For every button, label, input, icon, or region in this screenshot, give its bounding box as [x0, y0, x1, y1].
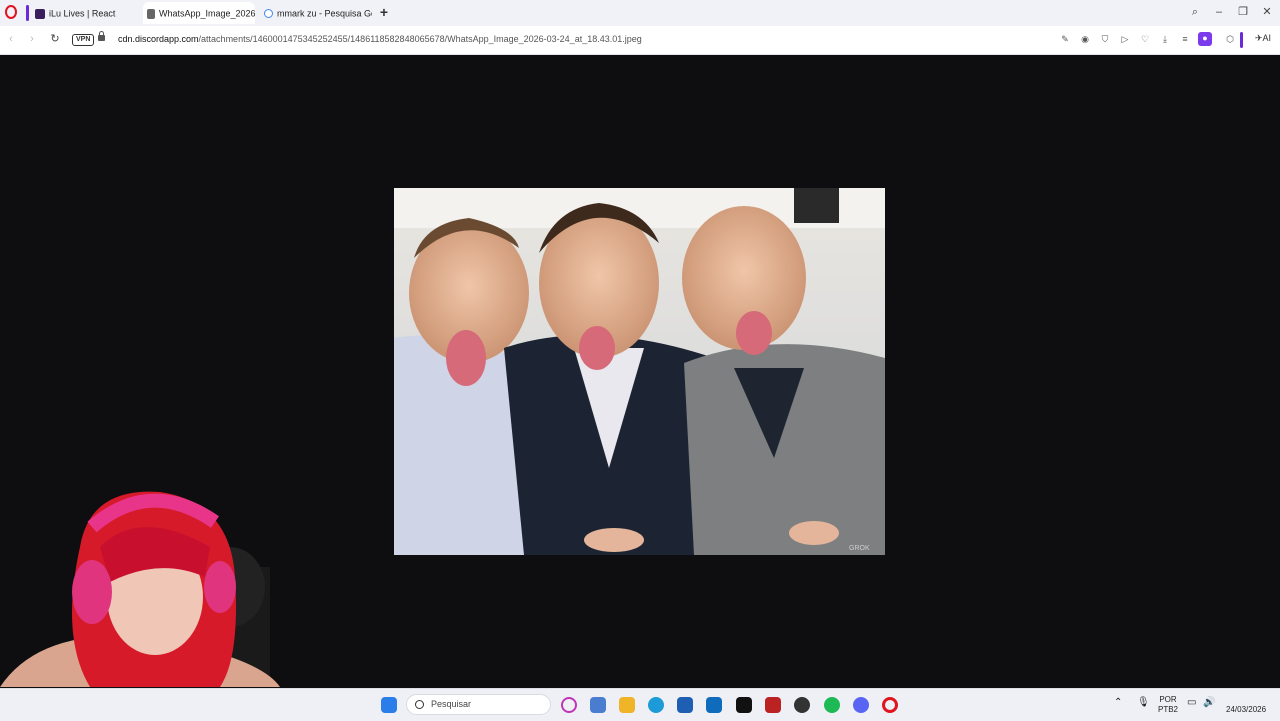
obs-icon[interactable] — [794, 697, 810, 713]
restore-button[interactable]: ❐ — [1235, 4, 1251, 20]
new-tab-button[interactable]: + — [377, 5, 391, 19]
capcut-icon[interactable] — [736, 697, 752, 713]
download-icon[interactable]: ⤓ — [1159, 33, 1171, 45]
forward-button[interactable]: › — [25, 32, 39, 46]
url-domain: cdn.discordapp.com — [118, 34, 199, 44]
ai-button[interactable]: ✈AI — [1255, 33, 1271, 44]
menu-icon[interactable]: ≡ — [1179, 33, 1191, 45]
viewed-image[interactable]: GROK — [394, 188, 885, 555]
tab-ilu-lives[interactable]: iLu Lives | React — [31, 2, 139, 24]
edit-icon[interactable]: ✎ — [1059, 33, 1071, 45]
tab-whatsapp-image[interactable]: WhatsApp_Image_2026-0 — [143, 2, 255, 24]
vpn-badge[interactable]: VPN — [72, 34, 95, 46]
discord-icon[interactable] — [853, 697, 869, 713]
heart-icon[interactable]: ♡ — [1139, 33, 1151, 45]
opera-logo-icon[interactable] — [5, 5, 17, 19]
url-field[interactable]: cdn.discordapp.com/attachments/146000147… — [118, 34, 642, 44]
clock-date[interactable]: 24/03/2026 — [1226, 705, 1266, 715]
photo-illustration: GROK — [394, 188, 885, 555]
chevron-up-icon[interactable]: ⌃ — [1114, 698, 1122, 708]
taskbar-search[interactable]: Pesquisar — [406, 694, 551, 715]
webcam-overlay — [0, 491, 280, 687]
sidebar-accent-right — [1240, 32, 1243, 48]
tab-google-search[interactable]: mmark zu - Pesquisa Goo — [260, 2, 372, 24]
microphone-icon[interactable]: 🎙 — [1137, 698, 1150, 708]
image-viewer: GROK — [0, 55, 1280, 687]
spotify-icon[interactable] — [824, 697, 840, 713]
app-icon[interactable] — [590, 697, 606, 713]
document-icon — [147, 8, 155, 19]
back-button[interactable]: ‹ — [4, 32, 18, 46]
tab-favicon-icon — [35, 8, 45, 19]
close-button[interactable]: ✕ — [1259, 4, 1275, 20]
language-indicator[interactable]: POR PTB2 — [1157, 695, 1179, 715]
opera-icon[interactable] — [882, 697, 898, 713]
image-watermark: GROK — [849, 545, 870, 552]
store-icon[interactable] — [677, 697, 693, 713]
network-icon[interactable]: ▭ — [1187, 698, 1196, 708]
taskbar: Pesquisar ⌃ 🎙 POR PTB2 ▭ 🔊 24/03/2026 — [0, 688, 1280, 721]
google-icon — [264, 9, 273, 19]
reload-button[interactable]: ↻ — [48, 32, 62, 46]
sidebar-accent — [26, 5, 29, 21]
address-bar: ‹ › ↻ VPN cdn.discordapp.com/attachments… — [0, 26, 1280, 55]
search-tabs-icon[interactable]: ⌕ — [1187, 4, 1203, 20]
extensions-icon[interactable]: ⬡ — [1224, 33, 1236, 45]
camera-icon[interactable]: ◉ — [1079, 33, 1091, 45]
edge-icon[interactable] — [648, 697, 664, 713]
windows-start-icon[interactable] — [381, 697, 397, 713]
opera-gx-icon[interactable] — [561, 697, 577, 713]
volume-icon[interactable]: 🔊 — [1203, 698, 1215, 708]
streaming-app-icon[interactable] — [765, 697, 781, 713]
search-icon — [415, 700, 424, 709]
lock-icon[interactable] — [98, 31, 105, 41]
outlook-icon[interactable] — [706, 697, 722, 713]
minimize-button[interactable]: – — [1211, 4, 1227, 20]
tab-bar: iLu Lives | React WhatsApp_Image_2026-0 … — [0, 0, 1280, 26]
shield-icon[interactable]: ⛉ — [1099, 33, 1111, 45]
profile-icon[interactable]: ● — [1198, 32, 1212, 46]
file-explorer-icon[interactable] — [619, 697, 635, 713]
play-icon[interactable]: ▷ — [1119, 33, 1131, 45]
url-path: /attachments/1460001475345252455/1486118… — [198, 34, 642, 44]
